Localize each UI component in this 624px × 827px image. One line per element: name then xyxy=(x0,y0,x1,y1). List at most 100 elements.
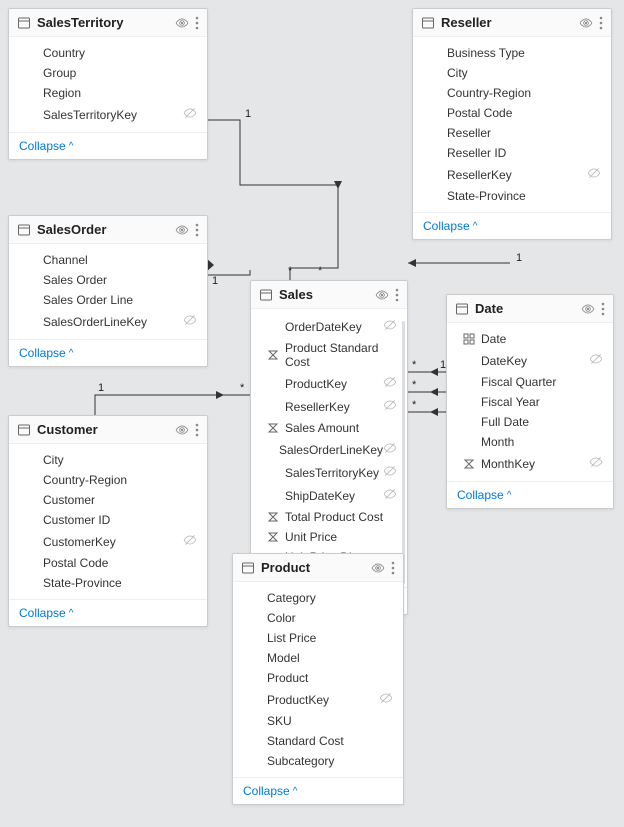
visibility-icon[interactable] xyxy=(175,423,189,437)
field-row[interactable]: ResellerKey xyxy=(251,395,407,418)
field-row[interactable]: Customer ID xyxy=(9,510,207,530)
cardinality-one: 1 xyxy=(516,252,522,264)
more-options-icon[interactable] xyxy=(601,302,605,316)
field-row[interactable]: Sales Order xyxy=(9,270,207,290)
field-row[interactable]: Category xyxy=(233,588,403,608)
field-row[interactable]: Date xyxy=(447,329,613,349)
table-title: Sales xyxy=(279,287,375,302)
field-label: SKU xyxy=(267,714,393,728)
field-label: Date xyxy=(481,332,603,346)
field-row[interactable]: Postal Code xyxy=(413,103,611,123)
field-row[interactable]: Reseller xyxy=(413,123,611,143)
field-row[interactable]: Fiscal Quarter xyxy=(447,372,613,392)
table-fields: OrderDateKeyProduct Standard CostProduct… xyxy=(251,309,407,587)
table-salesorder[interactable]: SalesOrder ChannelSales Order Sales Order … xyxy=(8,215,208,367)
field-row[interactable]: Business Type xyxy=(413,43,611,63)
field-label: Full Date xyxy=(481,415,603,429)
more-options-icon[interactable] xyxy=(195,223,199,237)
table-header[interactable]: Sales xyxy=(251,281,407,309)
table-date[interactable]: Date Date DateKeyFiscal QuarterFiscal Year… xyxy=(446,294,614,509)
field-row[interactable]: ProductKey xyxy=(233,688,403,711)
table-header[interactable]: Reseller xyxy=(413,9,611,37)
field-row[interactable]: City xyxy=(413,63,611,83)
hidden-icon xyxy=(383,487,397,504)
field-row[interactable]: Product xyxy=(233,668,403,688)
collapse-button[interactable]: Collapse ^ xyxy=(19,346,73,360)
field-row[interactable]: Customer xyxy=(9,490,207,510)
visibility-icon[interactable] xyxy=(579,16,593,30)
visibility-icon[interactable] xyxy=(375,288,389,302)
table-header[interactable]: SalesTerritory xyxy=(9,9,207,37)
field-row[interactable]: Reseller ID xyxy=(413,143,611,163)
table-customer[interactable]: Customer CityCountry-Region Customer Custom… xyxy=(8,415,208,627)
more-options-icon[interactable] xyxy=(195,16,199,30)
field-label: Model xyxy=(267,651,393,665)
field-row[interactable]: Channel xyxy=(9,250,207,270)
more-options-icon[interactable] xyxy=(195,423,199,437)
more-options-icon[interactable] xyxy=(599,16,603,30)
field-row[interactable]: Postal Code xyxy=(9,553,207,573)
table-header[interactable]: Product xyxy=(233,554,403,582)
field-row[interactable]: Country-Region xyxy=(9,470,207,490)
field-row[interactable]: Color xyxy=(233,608,403,628)
field-row[interactable]: Region xyxy=(9,83,207,103)
table-header[interactable]: Customer xyxy=(9,416,207,444)
field-row[interactable]: CustomerKey xyxy=(9,530,207,553)
field-row[interactable]: Country-Region xyxy=(413,83,611,103)
collapse-button[interactable]: Collapse ^ xyxy=(19,139,73,153)
chevron-up-icon: ^ xyxy=(69,608,74,619)
field-row[interactable]: Total Product Cost xyxy=(251,507,407,527)
visibility-icon[interactable] xyxy=(175,223,189,237)
visibility-icon[interactable] xyxy=(175,16,189,30)
collapse-button[interactable]: Collapse ^ xyxy=(19,606,73,620)
visibility-icon[interactable] xyxy=(371,561,385,575)
field-row[interactable]: List Price xyxy=(233,628,403,648)
field-row[interactable]: SalesTerritoryKey xyxy=(9,103,207,126)
field-row[interactable]: Fiscal Year xyxy=(447,392,613,412)
field-row[interactable]: Subcategory xyxy=(233,751,403,771)
collapse-button[interactable]: Collapse ^ xyxy=(423,219,477,233)
table-salesterritory[interactable]: SalesTerritory Country GroupRegionSalesTer… xyxy=(8,8,208,160)
field-row[interactable]: Standard Cost xyxy=(233,731,403,751)
cardinality-one: 1 xyxy=(212,275,218,287)
collapse-button[interactable]: Collapse ^ xyxy=(457,488,511,502)
field-row[interactable]: State-Province xyxy=(413,186,611,206)
field-row[interactable]: MonthKey xyxy=(447,452,613,475)
more-options-icon[interactable] xyxy=(391,561,395,575)
field-row[interactable]: ProductKey xyxy=(251,372,407,395)
field-row[interactable]: ShipDateKey xyxy=(251,484,407,507)
more-options-icon[interactable] xyxy=(395,288,399,302)
field-label: Customer xyxy=(43,493,197,507)
table-reseller[interactable]: Reseller Business TypeCityCountry-RegionP… xyxy=(412,8,612,240)
field-row[interactable]: Sales Amount xyxy=(251,418,407,438)
field-row[interactable]: ResellerKey xyxy=(413,163,611,186)
field-row[interactable]: Sales Order Line xyxy=(9,290,207,310)
field-row[interactable]: SalesOrderLineKey xyxy=(9,310,207,333)
field-row[interactable]: State-Province xyxy=(9,573,207,593)
field-row[interactable]: SalesTerritoryKey xyxy=(251,461,407,484)
field-row[interactable]: Product Standard Cost xyxy=(251,338,407,372)
field-label: Country xyxy=(43,46,197,60)
field-label: ResellerKey xyxy=(447,168,587,182)
field-label: Sales Order Line xyxy=(43,293,197,307)
field-label: ProductKey xyxy=(267,693,379,707)
field-row[interactable]: Full Date xyxy=(447,412,613,432)
table-title: Date xyxy=(475,301,581,316)
field-row[interactable]: Model xyxy=(233,648,403,668)
field-row[interactable]: SKU xyxy=(233,711,403,731)
table-icon xyxy=(17,423,31,437)
field-row[interactable]: Group xyxy=(9,63,207,83)
field-row[interactable]: Country xyxy=(9,43,207,63)
field-row[interactable]: Month xyxy=(447,432,613,452)
table-header[interactable]: SalesOrder xyxy=(9,216,207,244)
field-row[interactable]: DateKey xyxy=(447,349,613,372)
visibility-icon[interactable] xyxy=(581,302,595,316)
field-row[interactable]: Unit Price xyxy=(251,527,407,547)
field-row[interactable]: City xyxy=(9,450,207,470)
scrollbar[interactable] xyxy=(402,321,405,584)
field-row[interactable]: OrderDateKey xyxy=(251,315,407,338)
field-row[interactable]: SalesOrderLineKey xyxy=(251,438,407,461)
table-header[interactable]: Date xyxy=(447,295,613,323)
collapse-button[interactable]: Collapse ^ xyxy=(243,784,297,798)
table-product[interactable]: Product CategoryColorList Price Model Produ… xyxy=(232,553,404,805)
